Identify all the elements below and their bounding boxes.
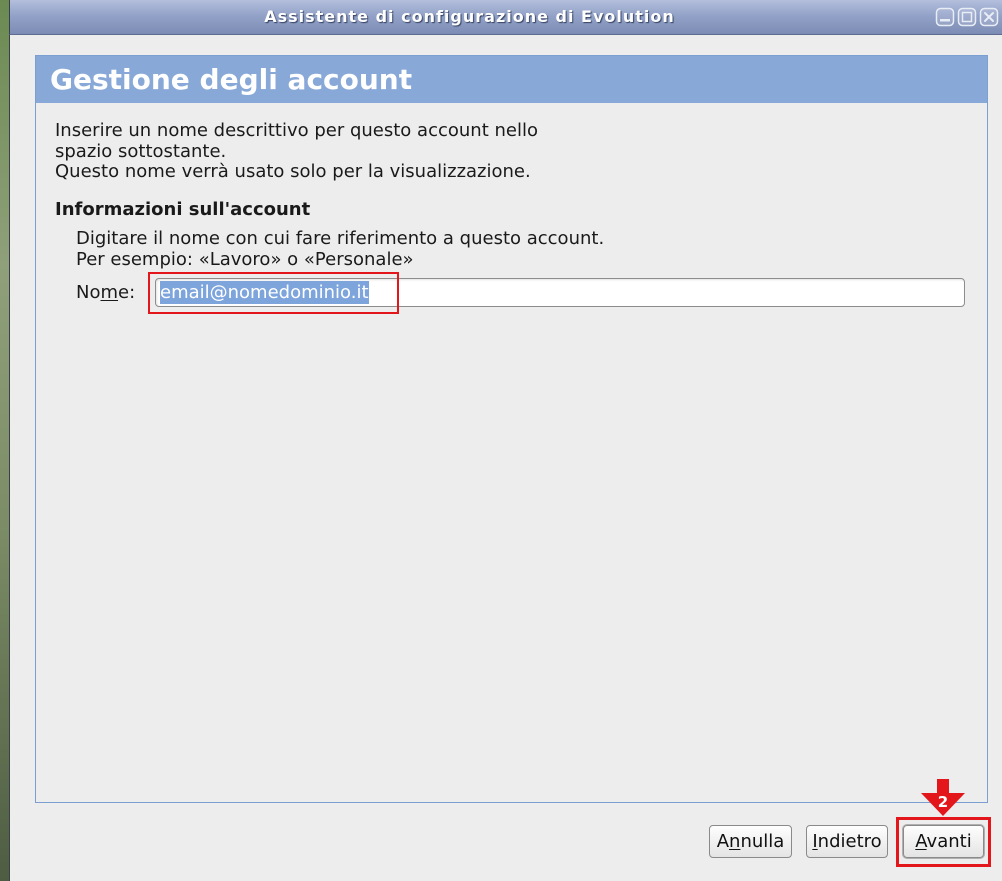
- window-controls: [935, 7, 999, 27]
- section-title: Informazioni sull'account: [55, 199, 311, 220]
- back-button[interactable]: Indietro: [806, 825, 888, 858]
- intro-line: spazio sottostante.: [55, 140, 227, 162]
- next-button[interactable]: Avanti: [903, 825, 984, 858]
- assistant-page: Gestione degli account Inserire un nome …: [35, 55, 988, 803]
- access-key-underline: m: [100, 282, 119, 303]
- step-number: 2: [938, 793, 948, 811]
- hint-line: Digitare il nome con cui fare riferiment…: [76, 228, 605, 249]
- cancel-button-label: Annulla: [716, 831, 785, 852]
- hint-text: Digitare il nome con cui fare riferiment…: [76, 228, 605, 270]
- access-key-underline: n: [729, 831, 741, 852]
- maximize-icon[interactable]: [957, 7, 977, 27]
- name-field-label: Nome:: [76, 282, 136, 303]
- title-bar[interactable]: Assistente di configurazione di Evolutio…: [9, 0, 1002, 35]
- step-arrow-icon: 2: [921, 779, 965, 816]
- desktop-background: [0, 0, 9, 881]
- next-button-label: Avanti: [915, 831, 972, 852]
- cancel-button[interactable]: Annulla: [709, 825, 792, 858]
- access-key-underline: A: [915, 831, 927, 852]
- access-key-underline: I: [812, 831, 818, 852]
- close-icon[interactable]: [979, 7, 999, 27]
- back-button-label: Indietro: [812, 831, 882, 852]
- hint-line: Per esempio: «Lavoro» o «Personale»: [76, 248, 414, 270]
- intro-text: Inserire un nome descrittivo per questo …: [55, 120, 538, 183]
- name-field[interactable]: email@nomedominio.it: [155, 278, 965, 307]
- name-field-value: email@nomedominio.it: [160, 281, 369, 304]
- minimize-icon[interactable]: [935, 7, 955, 27]
- page-title: Gestione degli account: [36, 56, 987, 103]
- intro-line: Questo nome verrà usato solo per la visu…: [55, 161, 531, 182]
- window-title: Assistente di configurazione di Evolutio…: [264, 7, 675, 26]
- intro-line: Inserire un nome descrittivo per questo …: [55, 120, 538, 141]
